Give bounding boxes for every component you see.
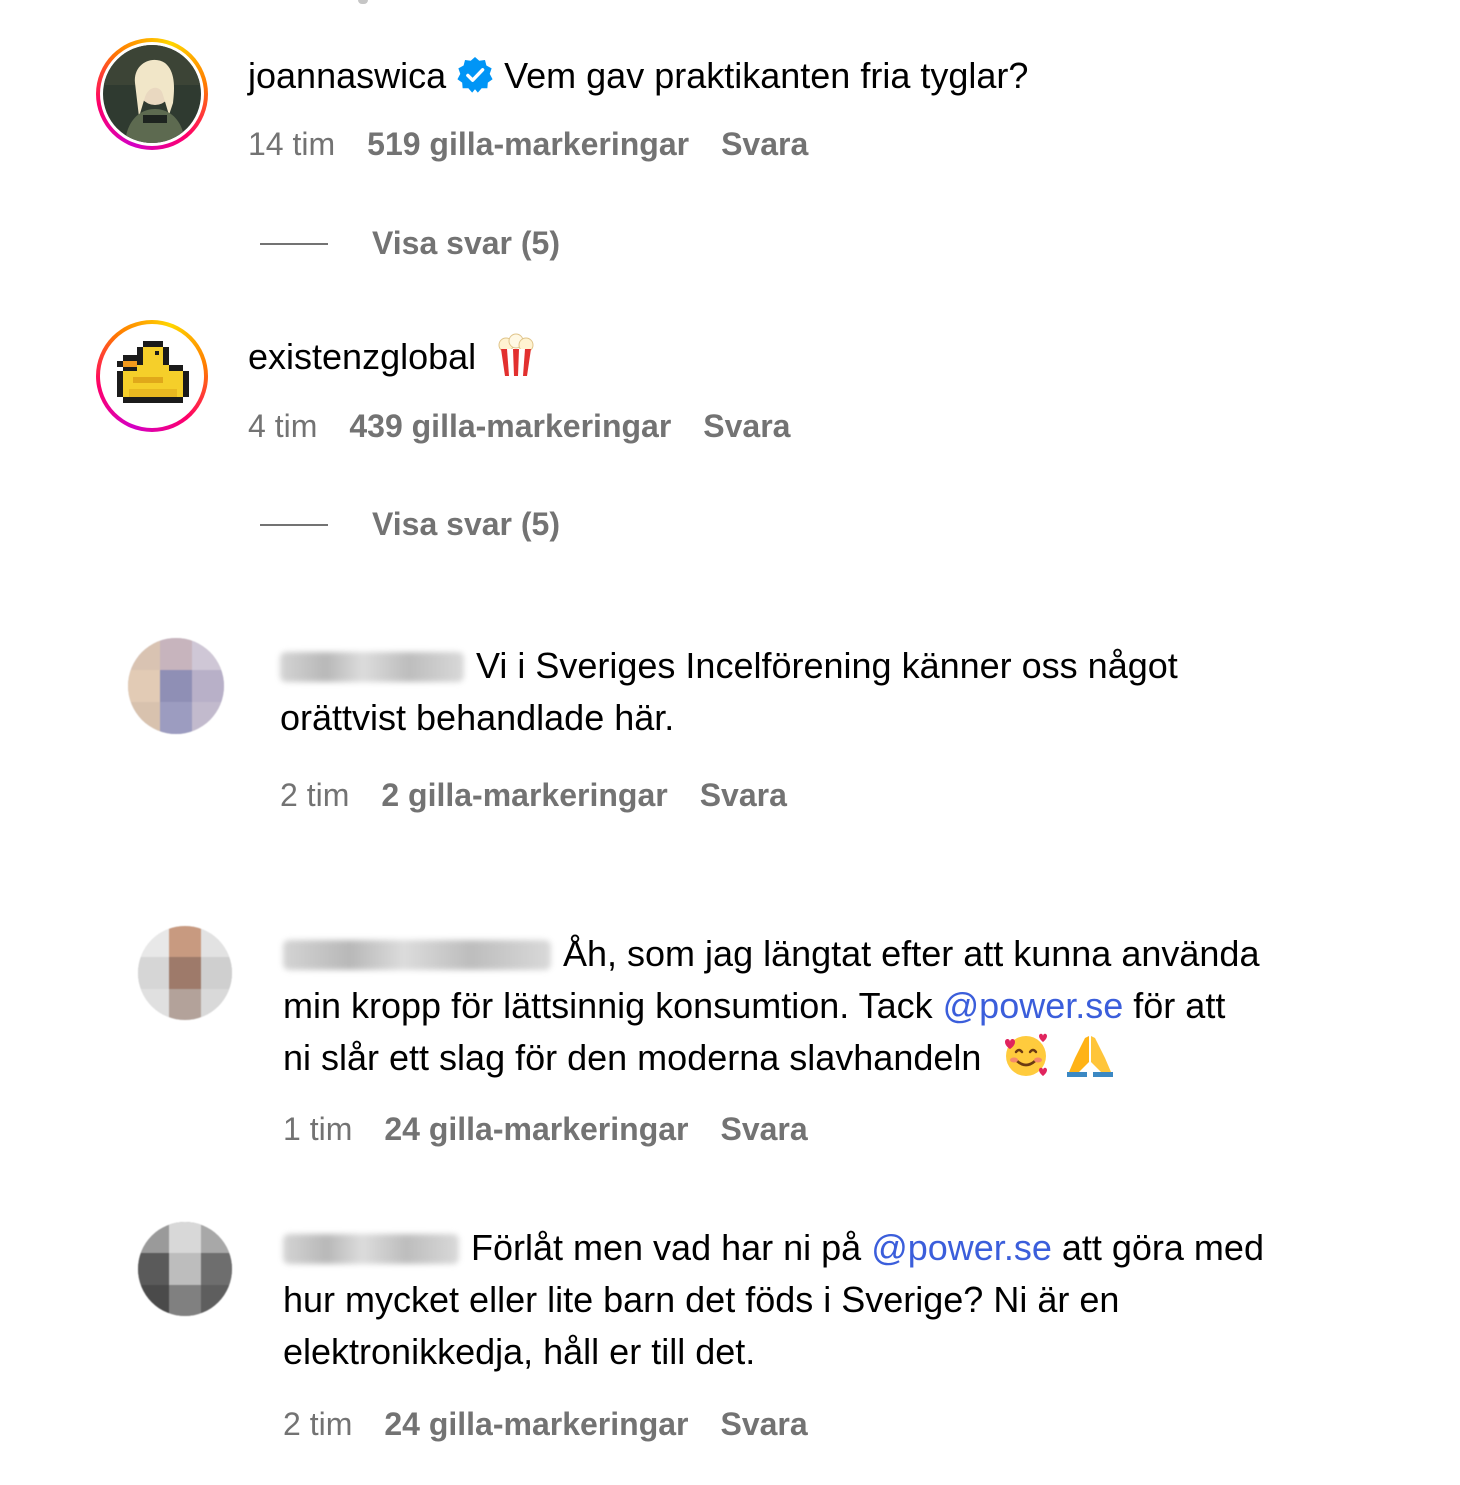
avatar[interactable]: [96, 320, 208, 432]
blurred-username[interactable]: [283, 1234, 459, 1264]
comment-text: för att: [1123, 985, 1226, 1026]
comment-text: Förlåt men vad har ni på: [471, 1227, 872, 1268]
comment-text: min kropp för lättsinnig konsumtion. Tac…: [283, 985, 943, 1026]
verified-badge-icon: [457, 56, 493, 93]
cut-off-previous-text: [300, 0, 380, 6]
avatar[interactable]: [138, 926, 232, 1020]
timestamp[interactable]: 14 tim: [248, 126, 335, 162]
avatar[interactable]: [138, 1222, 232, 1316]
timestamp[interactable]: 1 tim: [283, 1111, 352, 1147]
blurred-avatar-photo: [138, 926, 232, 1020]
blurred-avatar-photo: [138, 1222, 232, 1316]
comment-text: Vi i Sveriges Incelförening känner oss n…: [476, 645, 1178, 686]
comment-text: orättvist behandlade här.: [280, 697, 675, 738]
popcorn-icon: [498, 333, 534, 376]
likes-count[interactable]: 439 gilla-markeringar: [349, 408, 671, 444]
view-replies-button[interactable]: Visa svar (5): [372, 504, 560, 544]
avatar[interactable]: [96, 38, 208, 150]
timestamp[interactable]: 4 tim: [248, 408, 317, 444]
view-replies-line: [260, 524, 328, 526]
comment-text: att göra med: [1051, 1227, 1264, 1268]
comment-text: elektronikkedja, håll er till det.: [283, 1331, 756, 1372]
likes-count[interactable]: 24 gilla-markeringar: [384, 1406, 688, 1442]
duck-icon: [103, 327, 201, 425]
blurred-avatar-photo: [128, 638, 224, 734]
avatar-photo: [103, 45, 201, 143]
reply-button[interactable]: Svara: [700, 777, 787, 813]
reply-button[interactable]: Svara: [703, 408, 790, 444]
view-replies-button[interactable]: Visa svar (5): [372, 223, 560, 263]
smiling-face-with-hearts-icon: [1005, 1033, 1048, 1076]
likes-count[interactable]: 24 gilla-markeringar: [384, 1111, 688, 1147]
mention-link[interactable]: @power.se: [943, 985, 1124, 1026]
timestamp[interactable]: 2 tim: [280, 777, 349, 813]
avatar[interactable]: [128, 638, 224, 734]
timestamp[interactable]: 2 tim: [283, 1406, 352, 1442]
mention-link[interactable]: @power.se: [871, 1227, 1052, 1268]
comment-text: ni slår ett slag för den moderna slavhan…: [283, 1037, 982, 1078]
username[interactable]: joannaswica: [248, 55, 446, 96]
folded-hands-icon: [1067, 1036, 1114, 1077]
comment-text: Åh, som jag längtat efter att kunna anvä…: [563, 933, 1260, 974]
likes-count[interactable]: 2 gilla-markeringar: [381, 777, 667, 813]
blurred-username[interactable]: [280, 652, 464, 682]
view-replies-line: [260, 243, 328, 245]
comment-text: hur mycket eller lite barn det föds i Sv…: [283, 1279, 1120, 1320]
comment-text: Vem gav praktikanten fria tyglar?: [504, 55, 1029, 96]
likes-count[interactable]: 519 gilla-markeringar: [367, 126, 689, 162]
reply-button[interactable]: Svara: [720, 1406, 807, 1442]
blurred-username[interactable]: [283, 940, 551, 970]
reply-button[interactable]: Svara: [720, 1111, 807, 1147]
username[interactable]: existenzglobal: [248, 336, 476, 377]
reply-button[interactable]: Svara: [721, 126, 808, 162]
